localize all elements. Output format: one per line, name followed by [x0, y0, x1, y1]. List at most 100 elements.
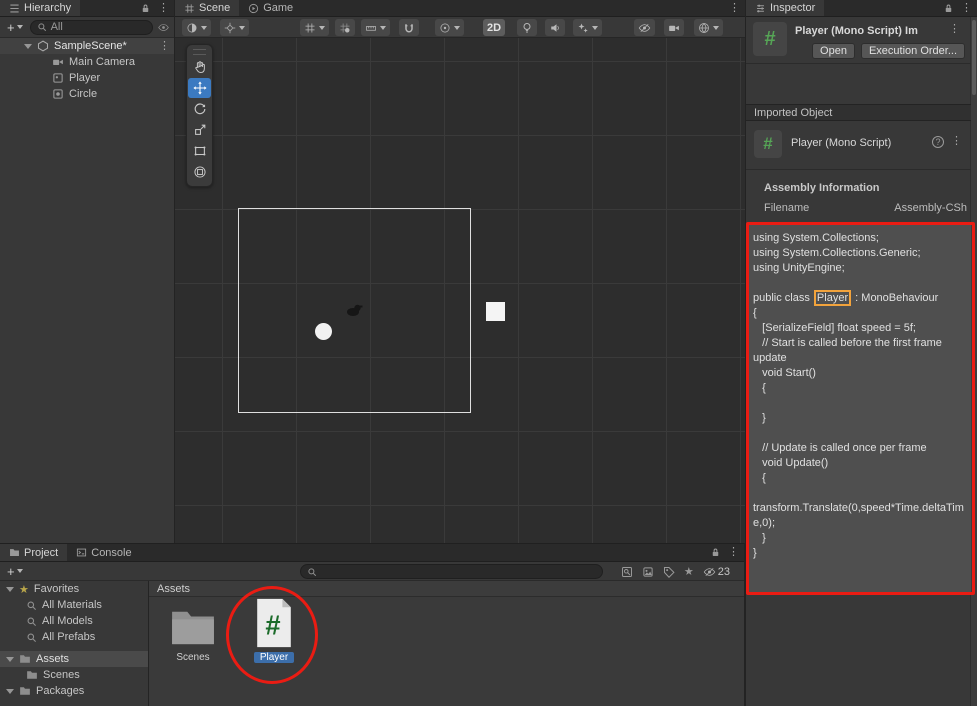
- favorite-star-icon[interactable]: ★: [684, 565, 694, 578]
- code-line: void Update(): [753, 457, 829, 469]
- favorite-all-prefabs[interactable]: All Prefabs: [0, 629, 148, 645]
- gizmos-dropdown[interactable]: [694, 19, 723, 36]
- project-tab-label: Project: [24, 546, 59, 559]
- hand-tool-button[interactable]: [188, 57, 211, 77]
- kebab-menu-icon[interactable]: ⋮: [158, 2, 169, 14]
- hierarchy-item-player[interactable]: Player: [0, 70, 174, 86]
- tab-game[interactable]: Game: [239, 0, 302, 16]
- chevron-down-icon: [16, 25, 23, 29]
- hierarchy-search-scope: All: [50, 21, 63, 33]
- move-tool-button[interactable]: [188, 78, 211, 98]
- tab-inspector[interactable]: Inspector: [746, 0, 825, 16]
- open-button[interactable]: Open: [812, 43, 855, 59]
- tree-item-label: Assets: [36, 653, 70, 665]
- csharp-script-icon: #: [257, 598, 291, 648]
- tab-scene[interactable]: Scene: [175, 0, 240, 16]
- grid-visibility-dropdown[interactable]: [300, 19, 329, 36]
- kebab-menu-icon[interactable]: ⋮: [729, 2, 740, 14]
- asset-item-scenes-folder[interactable]: Scenes: [163, 608, 223, 663]
- project-create-button[interactable]: +: [4, 564, 26, 579]
- grid-snap-toggle[interactable]: [335, 19, 355, 36]
- light-bulb-icon: [523, 22, 531, 33]
- lock-icon[interactable]: [710, 547, 721, 558]
- code-line: transform.Translate(0,speed*Time.deltaTi…: [753, 502, 964, 529]
- kebab-menu-icon[interactable]: ⋮: [951, 136, 962, 147]
- class-name-orange-highlight-annotation: Player: [816, 292, 849, 304]
- scene-lighting-toggle[interactable]: [517, 19, 537, 36]
- foldout-open-icon[interactable]: [24, 43, 32, 49]
- favorite-all-models[interactable]: All Models: [0, 613, 148, 629]
- scene-canvas[interactable]: [175, 38, 745, 543]
- scene-audio-toggle[interactable]: [545, 19, 565, 36]
- code-line: void Start(): [753, 367, 816, 379]
- hierarchy-icon: [10, 4, 19, 12]
- search-in-folder-icon[interactable]: [621, 566, 633, 578]
- rotate-tool-button[interactable]: [188, 99, 211, 119]
- lock-icon[interactable]: [943, 3, 954, 14]
- asset-item-player-script[interactable]: # Player: [242, 597, 306, 663]
- hidden-objects-counter[interactable]: 23: [703, 566, 730, 578]
- tool-palette: [186, 44, 213, 187]
- favorites-label: Favorites: [33, 583, 80, 595]
- hidden-count-label: 23: [717, 565, 730, 578]
- search-by-type-icon[interactable]: [642, 566, 654, 578]
- draw-mode-dropdown[interactable]: [182, 19, 211, 36]
- chevron-down-icon: [239, 25, 245, 30]
- scene-pivot-dropdown[interactable]: [220, 19, 249, 36]
- tab-hierarchy[interactable]: Hierarchy: [0, 0, 81, 16]
- scene-camera-settings-button[interactable]: [664, 19, 684, 36]
- tree-item-assets[interactable]: Assets: [0, 651, 148, 667]
- hierarchy-scene-row[interactable]: SampleScene* ⋮: [0, 38, 174, 54]
- kebab-menu-icon[interactable]: ⋮: [728, 547, 739, 558]
- rect-tool-button[interactable]: [188, 141, 211, 161]
- tab-project[interactable]: Project: [0, 544, 68, 561]
- import-header-title: Player (Mono Script) Im: [795, 25, 918, 37]
- kebab-menu-icon[interactable]: ⋮: [159, 40, 170, 52]
- scene-effects-dropdown[interactable]: [573, 19, 602, 36]
- circle-sprite[interactable]: [315, 323, 332, 340]
- search-filter-icon[interactable]: [157, 22, 170, 33]
- favorite-all-materials[interactable]: All Materials: [0, 597, 148, 613]
- transform-tool-button[interactable]: [188, 162, 211, 182]
- hierarchy-item-main-camera[interactable]: Main Camera: [0, 54, 174, 70]
- hierarchy-search-input[interactable]: All: [29, 19, 153, 35]
- kebab-menu-icon[interactable]: ⋮: [961, 2, 972, 14]
- palette-drag-handle[interactable]: [193, 49, 206, 55]
- code-line: using System.Collections;: [753, 232, 879, 244]
- kebab-menu-icon[interactable]: ⋮: [949, 24, 960, 35]
- asset-item-label-selected: Player: [253, 652, 295, 663]
- scale-tool-button[interactable]: [188, 120, 211, 140]
- scene-visibility-toggle[interactable]: [634, 19, 655, 36]
- assets-content-area: Assets Scenes # Player: [149, 581, 744, 706]
- square-sprite[interactable]: [486, 302, 505, 321]
- code-line: }: [753, 532, 766, 544]
- player-sprite[interactable]: [345, 303, 363, 317]
- hierarchy-item-circle[interactable]: Circle: [0, 86, 174, 102]
- execution-order-button[interactable]: Execution Order...: [860, 43, 965, 59]
- inspector-scrollbar[interactable]: [970, 17, 977, 706]
- scene-toolbar: 2D: [175, 17, 745, 38]
- plus-icon: +: [7, 563, 15, 579]
- gizmo-pivot-dropdown[interactable]: [435, 19, 464, 36]
- scrollbar-thumb[interactable]: [972, 20, 976, 95]
- chevron-down-icon: [319, 25, 325, 30]
- lock-icon[interactable]: [140, 3, 151, 14]
- project-search-input[interactable]: [300, 564, 603, 579]
- code-line: }: [753, 547, 757, 559]
- search-by-label-icon[interactable]: [663, 566, 675, 578]
- favorites-foldout[interactable]: ★ Favorites: [0, 581, 148, 597]
- scene-tab-icon: [185, 3, 194, 13]
- snap-increment-button[interactable]: [399, 19, 419, 36]
- tab-console[interactable]: Console: [67, 544, 140, 561]
- foldout-open-icon: [6, 586, 14, 592]
- tree-item-packages[interactable]: Packages: [0, 683, 148, 699]
- tree-item-scenes[interactable]: Scenes: [0, 667, 148, 683]
- assets-breadcrumb[interactable]: Assets: [149, 581, 744, 597]
- help-icon[interactable]: ?: [932, 136, 944, 148]
- snap-settings-dropdown[interactable]: [361, 19, 390, 36]
- game-tab-icon: [249, 3, 259, 13]
- hierarchy-create-button[interactable]: +: [4, 20, 26, 35]
- 2d-mode-toggle[interactable]: 2D: [483, 19, 506, 36]
